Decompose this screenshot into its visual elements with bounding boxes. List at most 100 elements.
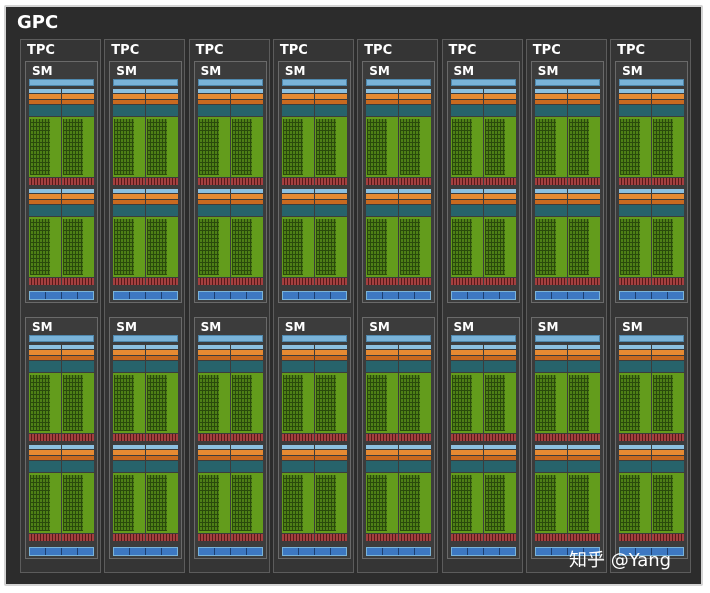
dispatch-unit-bar <box>62 356 94 360</box>
register-file <box>197 205 230 216</box>
core-grid <box>30 119 50 175</box>
register-file <box>230 361 263 372</box>
warp-scheduler-bar <box>113 350 146 355</box>
processing-block <box>483 189 516 286</box>
core-grid <box>147 119 168 175</box>
register-file <box>314 461 347 472</box>
dispatch-unit-bar <box>197 100 230 104</box>
warp-scheduler-bar <box>197 450 230 455</box>
warp-scheduler-bar <box>534 94 567 99</box>
dispatch-unit-bar <box>652 100 685 104</box>
sm-block: SM <box>25 317 98 559</box>
instruction-cache-bar <box>567 445 600 449</box>
warp-scheduler-bar <box>281 194 314 199</box>
dispatch-unit-bar <box>619 456 652 460</box>
sm-label: SM <box>369 64 390 78</box>
load-store-units <box>483 434 516 441</box>
load-store-units <box>314 178 347 185</box>
register-file <box>652 205 685 216</box>
processing-block <box>619 89 652 186</box>
tpc-block: TPC SM SM <box>357 39 439 573</box>
core-grid <box>484 119 505 175</box>
dispatch-unit-bar <box>652 356 685 360</box>
core-grid <box>620 475 641 531</box>
warp-scheduler-bar <box>567 94 600 99</box>
l1-cache-bar <box>113 79 179 86</box>
dispatch-unit-bar <box>230 200 263 204</box>
register-file <box>450 361 483 372</box>
instruction-cache-bar <box>62 445 94 449</box>
core-grid <box>315 375 336 431</box>
dispatch-unit-bar <box>567 200 600 204</box>
processing-block <box>366 445 399 542</box>
warp-scheduler-bar <box>567 194 600 199</box>
register-file <box>399 361 432 372</box>
processing-block <box>652 189 685 286</box>
processing-block <box>113 345 146 442</box>
core-grid <box>568 119 589 175</box>
load-store-units <box>399 434 432 441</box>
load-store-units <box>314 278 347 285</box>
instruction-cache-bar <box>314 445 347 449</box>
dispatch-unit-bar <box>197 200 230 204</box>
register-file <box>652 105 685 116</box>
warp-scheduler-bar <box>483 350 516 355</box>
dispatch-unit-bar <box>366 100 399 104</box>
register-file <box>113 461 146 472</box>
warp-scheduler-bar <box>534 450 567 455</box>
dispatch-unit-bar <box>399 356 432 360</box>
instruction-cache-bar <box>281 445 314 449</box>
load-store-units <box>146 534 179 541</box>
warp-scheduler-bar <box>113 94 146 99</box>
processing-block-group <box>197 189 263 286</box>
load-store-units <box>29 178 61 185</box>
warp-scheduler-bar <box>230 194 263 199</box>
instruction-cache-bar <box>281 89 314 93</box>
register-file <box>366 105 399 116</box>
load-store-units <box>652 434 685 441</box>
warp-scheduler-bar <box>146 94 179 99</box>
processing-block-group <box>197 345 263 442</box>
dispatch-unit-bar <box>281 200 314 204</box>
processing-block-group <box>450 189 516 286</box>
instruction-cache-bar <box>619 89 652 93</box>
l1-cache-bar <box>534 79 600 86</box>
gpc-container: GPC TPC SM SM TPC SM SM TPC SM SM TPC SM SM TPC SM SM T… <box>4 5 703 586</box>
texture-units-bar <box>450 547 516 556</box>
warp-scheduler-bar <box>146 350 179 355</box>
processing-block <box>197 189 230 286</box>
l1-cache-bar <box>197 335 263 342</box>
warp-scheduler-bar <box>197 350 230 355</box>
core-grid <box>620 375 641 431</box>
processing-block-group <box>534 189 600 286</box>
processing-block-group <box>113 89 179 186</box>
dispatch-unit-bar <box>113 356 146 360</box>
load-store-units <box>197 278 230 285</box>
warp-scheduler-bar <box>366 94 399 99</box>
instruction-cache-bar <box>366 89 399 93</box>
core-grid <box>282 475 303 531</box>
processing-block <box>29 89 61 186</box>
sm-block: SM <box>193 317 267 559</box>
warp-scheduler-bar <box>366 350 399 355</box>
sm-block: SM <box>446 61 520 303</box>
register-file <box>366 205 399 216</box>
processing-block <box>113 445 146 542</box>
register-file <box>399 105 432 116</box>
texture-units-bar <box>197 547 263 556</box>
register-file <box>567 461 600 472</box>
processing-block <box>146 345 179 442</box>
core-grid <box>367 475 388 531</box>
core-grid <box>198 119 219 175</box>
load-store-units <box>281 534 314 541</box>
load-store-units <box>567 178 600 185</box>
processing-block-group <box>29 189 94 286</box>
dispatch-unit-bar <box>230 456 263 460</box>
processing-block <box>450 445 483 542</box>
warp-scheduler-bar <box>281 450 314 455</box>
instruction-cache-bar <box>366 345 399 349</box>
warp-scheduler-bar <box>652 194 685 199</box>
processing-block-group <box>619 189 685 286</box>
dispatch-unit-bar <box>281 456 314 460</box>
warp-scheduler-bar <box>366 194 399 199</box>
